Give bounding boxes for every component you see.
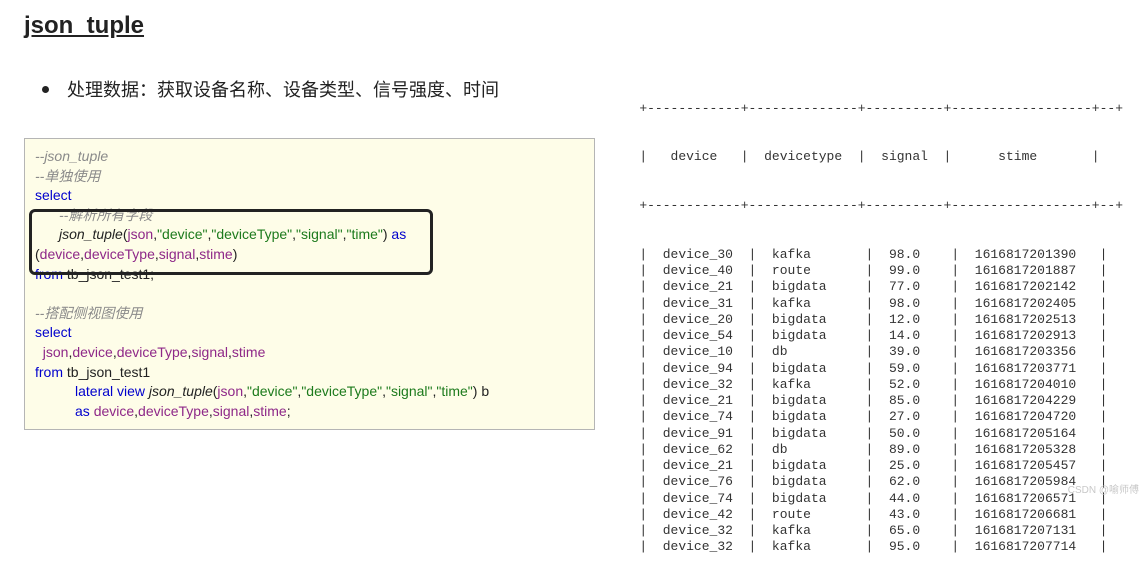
code-comment: --单独使用 xyxy=(35,167,584,187)
code-comment: --搭配侧视图使用 xyxy=(35,304,584,324)
code-comment: --解析所有字段 xyxy=(35,206,584,226)
page-title: json_tuple xyxy=(24,12,1123,40)
arg: "time" xyxy=(346,226,382,242)
arg: "signal" xyxy=(296,226,343,242)
bullet-icon xyxy=(42,86,49,93)
table-row: | device_10 | db | 39.0 | 1616817203356 … xyxy=(639,344,1123,360)
watermark: CSDN @喻师傅 xyxy=(1068,481,1139,496)
func-name: json_tuple xyxy=(59,226,123,242)
table-row: | device_21 | bigdata | 25.0 | 161681720… xyxy=(639,458,1123,474)
arg: json xyxy=(128,226,154,242)
table-row: | device_32 | kafka | 95.0 | 16168172077… xyxy=(639,539,1123,555)
table-row: | device_20 | bigdata | 12.0 | 161681720… xyxy=(639,312,1123,328)
table-row: | device_62 | db | 89.0 | 1616817205328 … xyxy=(639,442,1123,458)
code-as: as device,deviceType,signal,stime; xyxy=(35,402,584,422)
table-row: | device_91 | bigdata | 50.0 | 161681720… xyxy=(639,426,1123,442)
code-from: from tb_json_test1; xyxy=(35,265,584,285)
table-row: | device_54 | bigdata | 14.0 | 161681720… xyxy=(639,328,1123,344)
table-sep: +------------+--------------+----------+… xyxy=(639,198,1123,214)
kw-as: as xyxy=(388,226,407,242)
result-table: +------------+--------------+----------+… xyxy=(639,68,1123,588)
arg: "deviceType" xyxy=(211,226,292,242)
code-alias: (device,deviceType,signal,stime) xyxy=(35,245,584,265)
table-row: | device_74 | bigdata | 27.0 | 161681720… xyxy=(639,409,1123,425)
code-keyword: select xyxy=(35,186,584,206)
table-header: | device | devicetype | signal | stime | xyxy=(639,149,1123,165)
table-row: | device_21 | bigdata | 77.0 | 161681720… xyxy=(639,279,1123,295)
code-blank xyxy=(35,284,584,304)
table-sep: +------------+--------------+----------+… xyxy=(639,101,1123,117)
table-row: | device_94 | bigdata | 59.0 | 161681720… xyxy=(639,361,1123,377)
table-row: | device_40 | route | 99.0 | 16168172018… xyxy=(639,263,1123,279)
code-block: --json_tuple --单独使用 select --解析所有字段 json… xyxy=(24,138,595,430)
table-row: | device_74 | bigdata | 44.0 | 161681720… xyxy=(639,491,1123,507)
table-row: | device_30 | kafka | 98.0 | 16168172013… xyxy=(639,247,1123,263)
code-from: from tb_json_test1 xyxy=(35,363,584,383)
table-row: | device_32 | kafka | 65.0 | 16168172071… xyxy=(639,523,1123,539)
content-row: --json_tuple --单独使用 select --解析所有字段 json… xyxy=(24,138,1123,588)
table-row: | device_76 | bigdata | 62.0 | 161681720… xyxy=(639,474,1123,490)
table-row: | device_31 | kafka | 98.0 | 16168172024… xyxy=(639,296,1123,312)
code-keyword: select xyxy=(35,323,584,343)
table-row: | device_21 | bigdata | 85.0 | 161681720… xyxy=(639,393,1123,409)
table-row: | device_42 | route | 43.0 | 16168172066… xyxy=(639,507,1123,523)
description-text: 处理数据：获取设备名称、设备类型、信号强度、时间 xyxy=(67,76,499,102)
table-body: | device_30 | kafka | 98.0 | 16168172013… xyxy=(639,247,1123,556)
code-comment: --json_tuple xyxy=(35,147,584,167)
arg: "device" xyxy=(157,226,207,242)
code-select-cols: json,device,deviceType,signal,stime xyxy=(35,343,584,363)
table-row: | device_32 | kafka | 52.0 | 16168172040… xyxy=(639,377,1123,393)
code-call: json_tuple(json,"device","deviceType","s… xyxy=(35,225,584,245)
code-lateral: lateral view json_tuple(json,"device","d… xyxy=(35,382,584,402)
